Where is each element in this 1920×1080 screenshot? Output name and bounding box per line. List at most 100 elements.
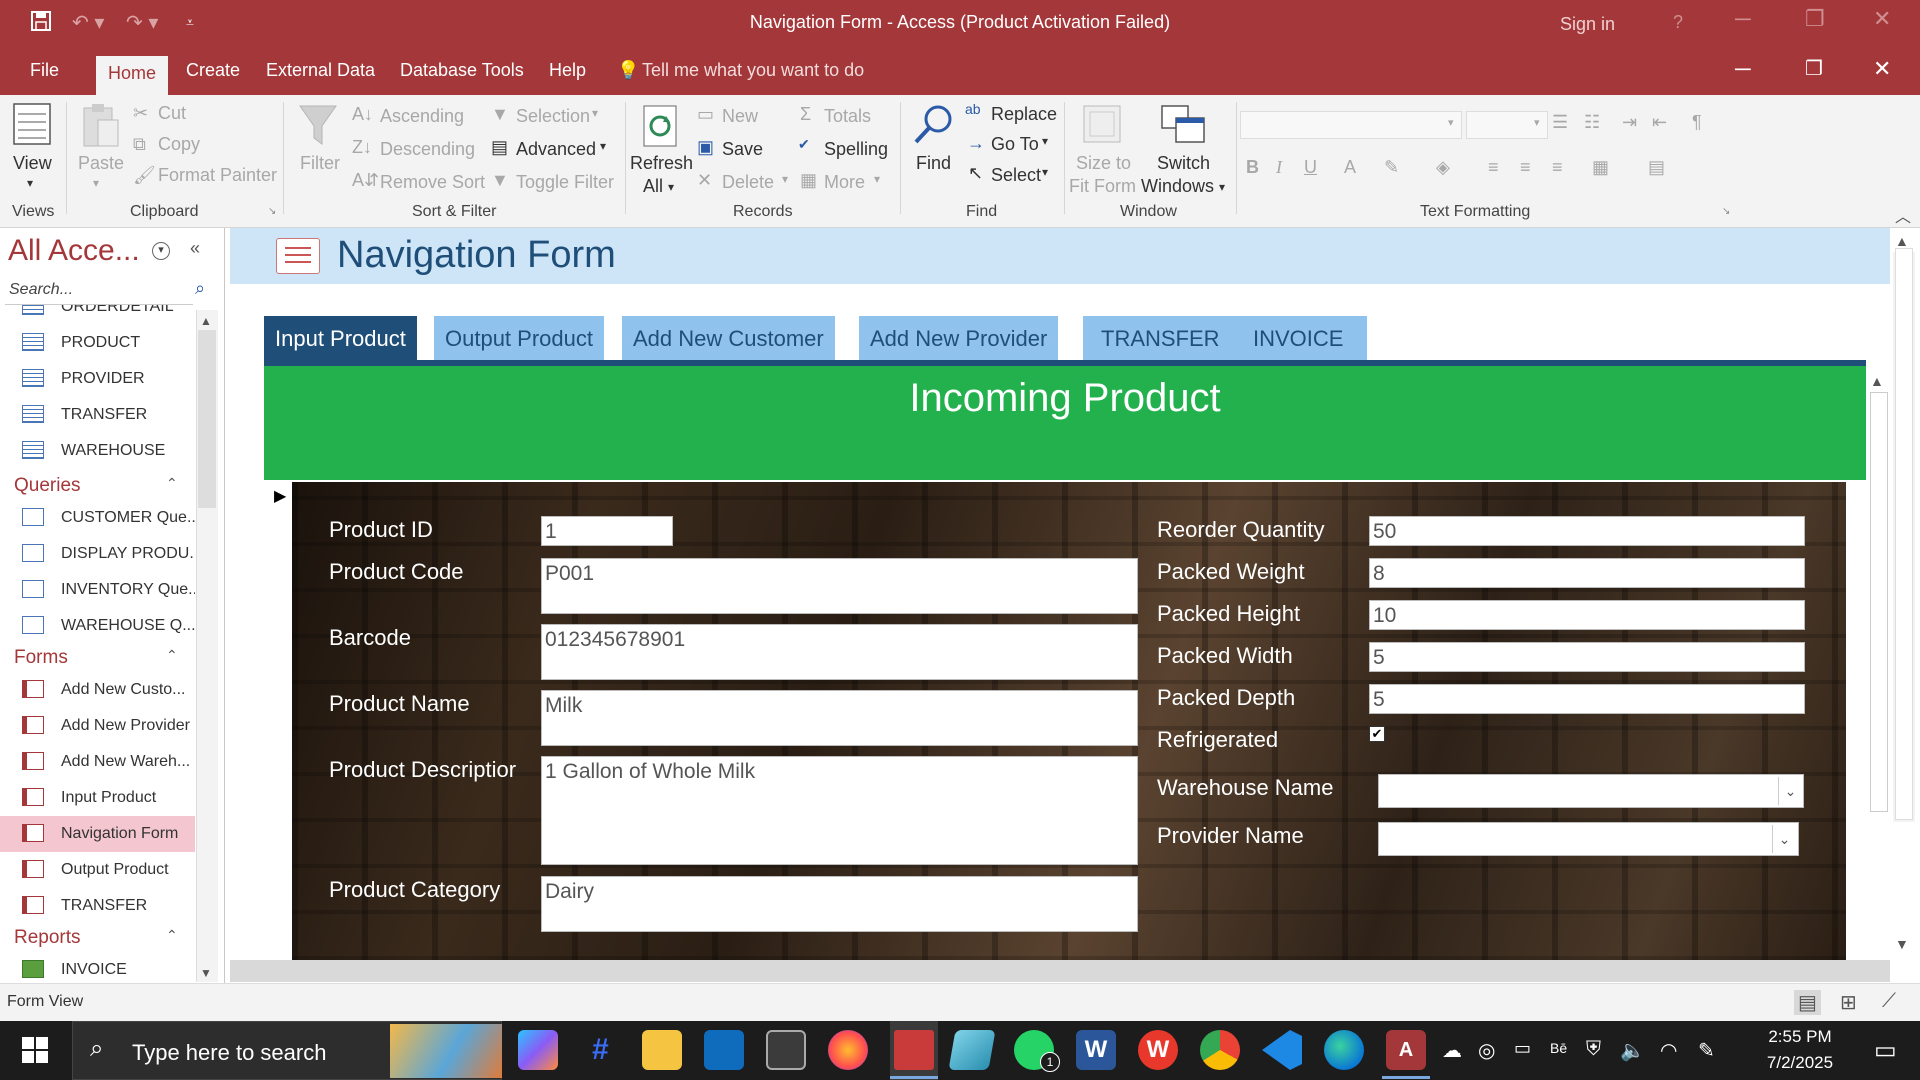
forms-section-header[interactable]: Forms — [14, 647, 68, 669]
clock-date[interactable]: 7/2/2025 — [1740, 1053, 1860, 1073]
filter-icon[interactable] — [298, 104, 338, 153]
nav-report-invoice[interactable]: INVOICE — [0, 952, 195, 983]
menu-database-tools[interactable]: Database Tools — [400, 60, 524, 81]
save-record-button[interactable]: Save — [722, 139, 763, 160]
select-button[interactable]: Select — [991, 165, 1041, 186]
minimize-button[interactable]: ─ — [1735, 6, 1751, 32]
menu-create[interactable]: Create — [186, 60, 240, 81]
switch-windows-dropdown-icon[interactable]: ▾ — [1219, 180, 1225, 194]
bullets-icon[interactable]: ☰ — [1552, 112, 1568, 133]
spelling-button[interactable]: Spelling — [824, 139, 888, 160]
tab-input-product[interactable]: Input Product — [264, 316, 417, 360]
collapse-forms-icon[interactable]: ⌃ — [166, 647, 178, 664]
nav-query-customer[interactable]: CUSTOMER Que... — [0, 500, 195, 536]
totals-button[interactable]: Totals — [824, 106, 871, 127]
nav-table-provider[interactable]: PROVIDER — [0, 361, 195, 397]
descending-button[interactable]: Descending — [380, 139, 475, 160]
nav-query-display-product[interactable]: DISPLAY PRODU... — [0, 536, 195, 572]
more-button[interactable]: More — [824, 172, 865, 193]
nav-form-add-new-warehouse[interactable]: Add New Wareh... — [0, 744, 195, 780]
provider-name-dropdown-icon[interactable]: ⌄ — [1772, 825, 1796, 853]
align-center-icon[interactable]: ≡ — [1520, 157, 1531, 178]
font-size-dropdown-icon[interactable]: ▾ — [1534, 116, 1540, 129]
file-explorer-icon[interactable] — [642, 1030, 682, 1070]
word-icon[interactable]: W — [1076, 1030, 1116, 1070]
decrease-indent-icon[interactable]: ⇤ — [1652, 112, 1667, 133]
increase-indent-icon[interactable]: ⇥ — [1622, 112, 1637, 133]
refresh-dropdown-icon[interactable]: ▾ — [668, 180, 674, 194]
fill-color-icon[interactable]: ◈ — [1436, 157, 1450, 178]
go-to-dropdown-icon[interactable]: ▾ — [1042, 134, 1048, 148]
align-left-icon[interactable]: ≡ — [1488, 157, 1499, 178]
switch-windows-button[interactable]: Switch — [1157, 153, 1210, 174]
nav-pane-title[interactable]: All Acce... — [8, 234, 140, 268]
bold-icon[interactable]: B — [1246, 157, 1259, 178]
advanced-dropdown-icon[interactable]: ▾ — [600, 139, 606, 153]
scroll-up-icon[interactable]: ▲ — [200, 314, 212, 328]
outlook-icon[interactable] — [704, 1030, 744, 1070]
packed-width-field[interactable]: 5 — [1369, 642, 1805, 672]
behance-icon[interactable]: Bē — [1550, 1040, 1567, 1056]
cut-button[interactable]: Cut — [158, 103, 186, 124]
firefox-icon[interactable] — [828, 1030, 868, 1070]
italic-icon[interactable]: I — [1276, 157, 1282, 178]
layout-view-icon[interactable]: ⊞ — [1840, 990, 1857, 1015]
nav-table-product[interactable]: PRODUCT — [0, 325, 195, 361]
menu-home[interactable]: Home — [96, 56, 169, 95]
font-color-icon[interactable]: A — [1344, 157, 1356, 178]
collapse-reports-icon[interactable]: ⌃ — [166, 927, 178, 944]
subform-scroll-up-icon[interactable]: ▲ — [1870, 373, 1884, 389]
wps-icon[interactable]: W — [1138, 1030, 1178, 1070]
reorder-quantity-field[interactable]: 50 — [1369, 516, 1805, 546]
warehouse-name-dropdown-icon[interactable]: ⌄ — [1778, 777, 1802, 805]
warehouse-name-combo[interactable] — [1378, 774, 1804, 808]
nav-form-add-new-provider[interactable]: Add New Provider — [0, 708, 195, 744]
doc-scroll-thumb[interactable] — [1895, 248, 1913, 820]
format-painter-button[interactable]: Format Painter — [158, 165, 277, 186]
menu-external-data[interactable]: External Data — [266, 60, 375, 81]
notes-app-icon[interactable] — [948, 1030, 996, 1070]
more-dropdown-icon[interactable]: ▾ — [874, 172, 880, 186]
packed-height-field[interactable]: 10 — [1369, 600, 1805, 630]
nav-query-warehouse[interactable]: WAREHOUSE Q... — [0, 608, 195, 644]
doc-restore-button[interactable]: ❐ — [1805, 56, 1823, 81]
reports-section-header[interactable]: Reports — [14, 927, 81, 949]
align-right-icon[interactable]: ≡ — [1552, 157, 1563, 178]
doc-scroll-up-icon[interactable]: ▲ — [1895, 233, 1909, 249]
switch-windows-icon[interactable] — [1160, 102, 1206, 151]
access-icon[interactable]: A — [1386, 1030, 1426, 1070]
remove-sort-button[interactable]: Remove Sort — [380, 172, 485, 193]
notifications-icon[interactable]: ▭ — [1874, 1036, 1897, 1065]
doc-close-button[interactable]: ✕ — [1873, 56, 1891, 82]
cloud-icon[interactable]: ☁ — [1442, 1038, 1462, 1063]
alternate-row-color-icon[interactable]: ▤ — [1648, 157, 1665, 178]
nav-form-transfer[interactable]: TRANSFER — [0, 888, 195, 924]
product-name-field[interactable]: Milk — [541, 690, 1138, 746]
nav-form-output-product[interactable]: Output Product — [0, 852, 195, 888]
product-code-field[interactable]: P001 — [541, 558, 1138, 614]
tab-add-new-customer[interactable]: Add New Customer — [622, 316, 835, 360]
camera-icon[interactable] — [766, 1030, 806, 1070]
find-button[interactable]: Find — [916, 153, 951, 174]
replace-button[interactable]: Replace — [991, 104, 1057, 125]
toggle-filter-button[interactable]: Toggle Filter — [516, 172, 614, 193]
refrigerated-checkbox[interactable]: ✔ — [1369, 726, 1385, 742]
windows-start-icon[interactable] — [22, 1037, 48, 1068]
product-description-field[interactable]: 1 Gallon of Whole Milk — [541, 756, 1138, 865]
packed-weight-field[interactable]: 8 — [1369, 558, 1805, 588]
find-icon[interactable] — [910, 102, 956, 153]
view-icon[interactable] — [12, 102, 52, 151]
nav-table-transfer[interactable]: TRANSFER — [0, 397, 195, 433]
menu-file[interactable]: File — [30, 60, 59, 81]
nav-form-input-product[interactable]: Input Product — [0, 780, 195, 816]
refresh-icon[interactable] — [640, 104, 680, 153]
selection-dropdown-icon[interactable]: ▾ — [592, 106, 598, 120]
record-selector-icon[interactable]: ▶ — [274, 486, 286, 506]
paragraph-icon[interactable]: ¶ — [1692, 112, 1702, 133]
underline-icon[interactable]: U — [1304, 157, 1317, 178]
collapse-queries-icon[interactable]: ⌃ — [166, 475, 178, 492]
doc-minimize-button[interactable]: ─ — [1735, 56, 1751, 82]
red-app-icon[interactable] — [894, 1030, 934, 1070]
tab-add-new-provider[interactable]: Add New Provider — [859, 316, 1059, 360]
new-record-button[interactable]: New — [722, 106, 758, 127]
